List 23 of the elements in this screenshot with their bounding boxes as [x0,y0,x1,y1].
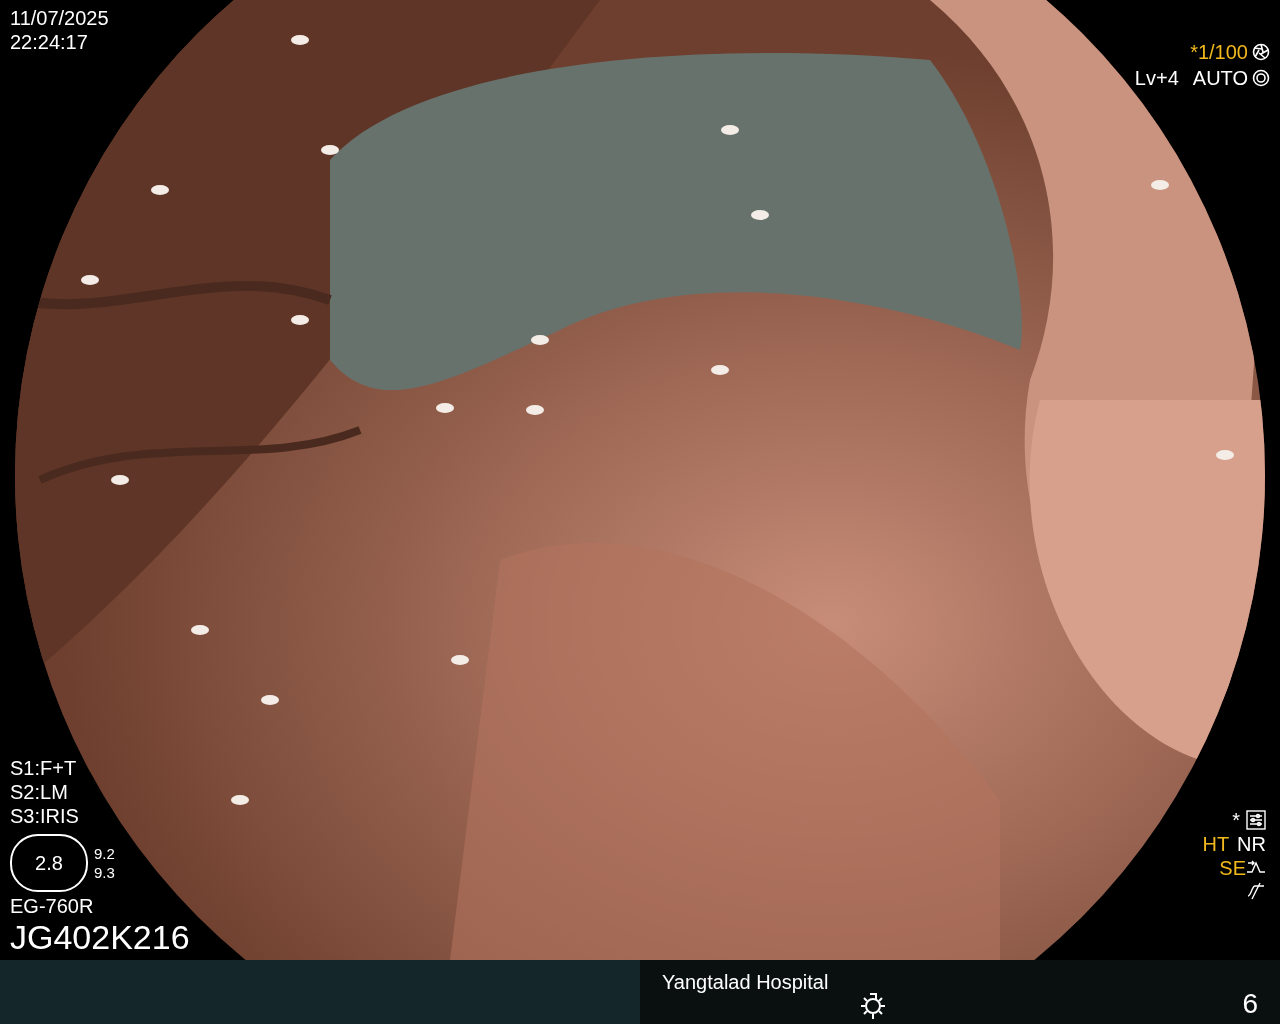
status-label: NR [1237,834,1266,854]
switch-assignment: S3:IRIS [10,806,80,826]
gauge-reading: 9.3 [94,865,115,880]
iris-icon [1252,69,1270,87]
settings-mark: * [1232,810,1240,830]
image-count: 6 [1242,990,1258,1018]
status-label: HT [1202,834,1230,854]
enhancement-label: SE [1219,858,1246,878]
wave-icon [1246,882,1266,900]
exam-date: 11/07/2025 [10,8,109,28]
exposure-level: Lv+4 [1134,68,1179,88]
zoom-gauge: 2.8 [10,834,88,892]
exposure-mode: AUTO [1192,68,1248,88]
switch-assignment: S1:F+T [10,758,78,778]
scope-serial: JG402K216 [10,920,190,954]
gauge-reading: 9.2 [94,846,115,861]
scope-model: EG-760R [10,896,95,916]
aperture-icon [1252,43,1270,61]
shutter-speed: *1/100 [1190,42,1248,62]
sliders-icon [1246,810,1266,830]
hospital-name: Yangtalad Hospital [662,972,829,992]
switch-assignment: S2:LM [10,782,69,802]
exam-time: 22:24:17 [10,32,89,52]
